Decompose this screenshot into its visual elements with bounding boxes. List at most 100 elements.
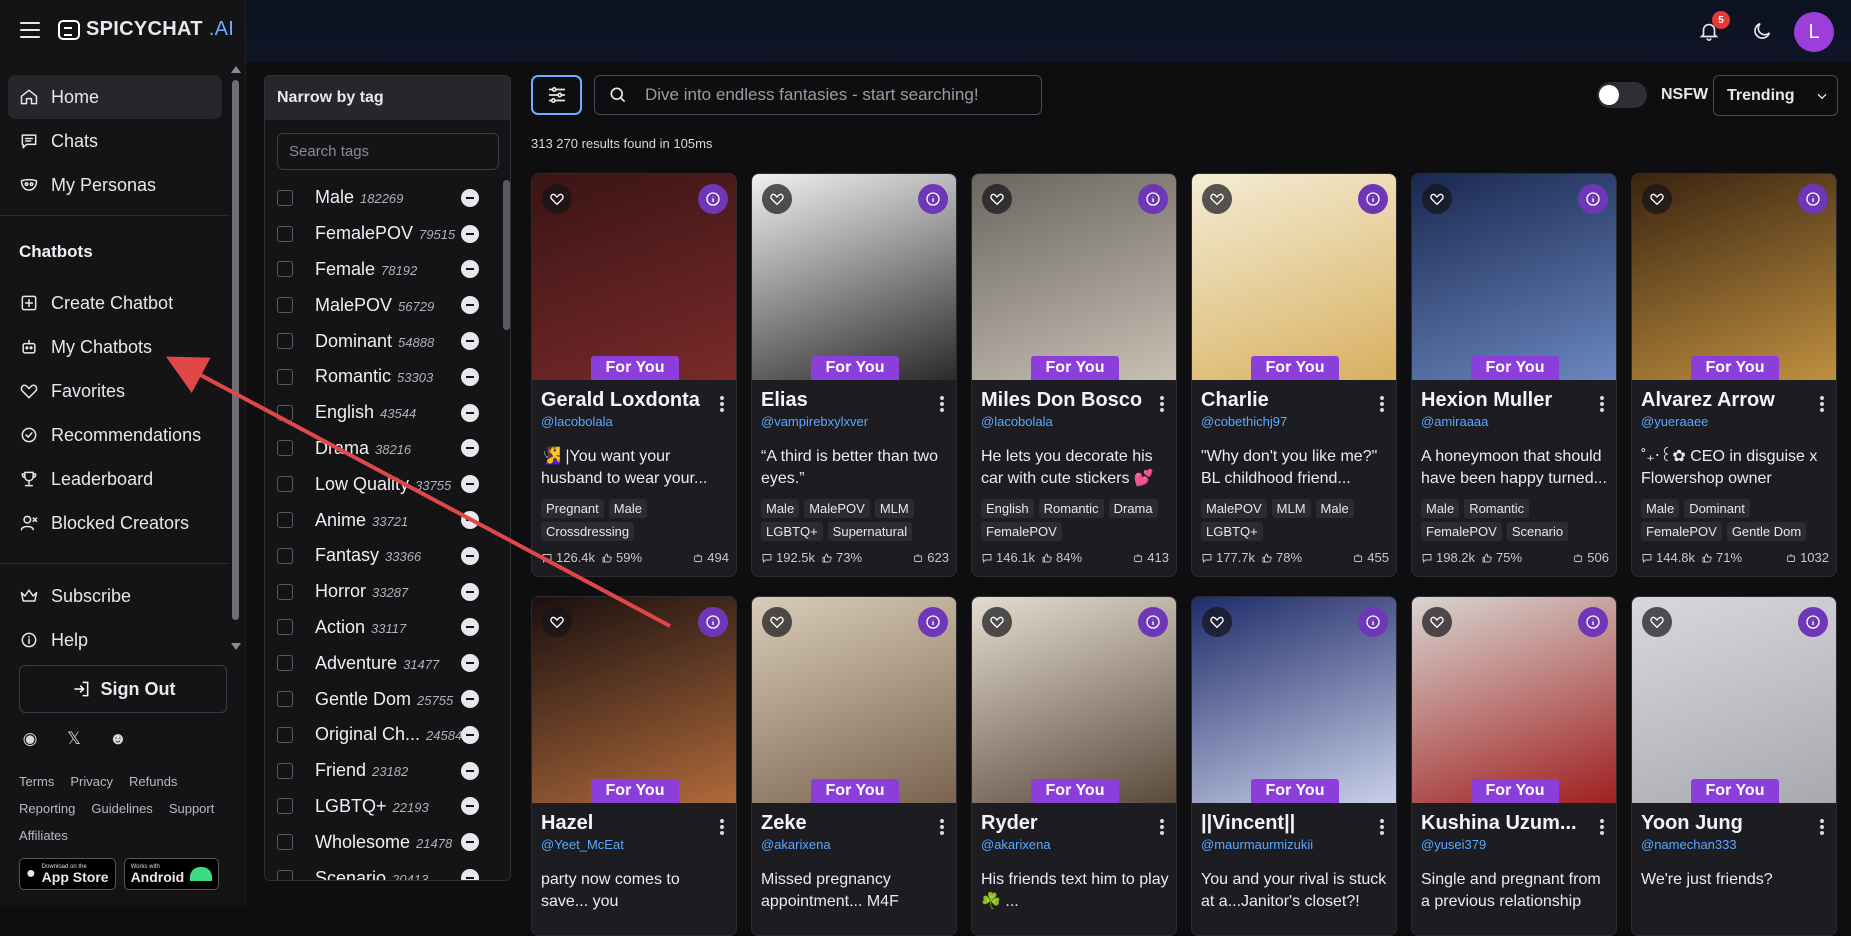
card-creator[interactable]: @yueraaee xyxy=(1641,414,1708,429)
chatbot-card[interactable]: For You Yoon Jung @namechan333 We're just f… xyxy=(1631,596,1837,936)
filter-button[interactable] xyxy=(531,75,582,115)
info-icon[interactable] xyxy=(918,184,948,214)
exclude-tag-button[interactable] xyxy=(461,761,479,780)
card-creator[interactable]: @maurmaurmizukii xyxy=(1201,837,1313,852)
tag-checkbox[interactable] xyxy=(277,404,293,421)
card-tag[interactable]: English xyxy=(981,499,1034,518)
footer-link-refunds[interactable]: Refunds xyxy=(129,774,177,789)
exclude-tag-button[interactable] xyxy=(461,296,479,315)
sidebar-item-create-chatbot[interactable]: Create Chatbot xyxy=(8,281,222,325)
chatbot-card[interactable]: For You Charlie @cobethichj97 "Why don't yo… xyxy=(1191,173,1397,577)
exclude-tag-button[interactable] xyxy=(461,403,479,422)
card-tag[interactable]: Romantic xyxy=(1464,499,1530,518)
card-creator[interactable]: @amiraaaa xyxy=(1421,414,1488,429)
tag-checkbox[interactable] xyxy=(277,762,293,779)
sidebar-item-my-chatbots[interactable]: My Chatbots xyxy=(8,325,222,369)
footer-link-affiliates[interactable]: Affiliates xyxy=(19,828,68,843)
exclude-tag-button[interactable] xyxy=(461,332,479,351)
sidebar-item-subscribe[interactable]: Subscribe xyxy=(8,574,222,618)
more-options-icon[interactable] xyxy=(720,819,724,835)
favorite-heart-icon[interactable] xyxy=(982,184,1012,214)
footer-link-guidelines[interactable]: Guidelines xyxy=(91,801,152,816)
exclude-tag-button[interactable] xyxy=(461,654,479,673)
chatbot-card[interactable]: For You Elias @vampirebxylxver “A third is … xyxy=(751,173,957,577)
tag-checkbox[interactable] xyxy=(277,834,293,851)
reddit-icon[interactable]: ☻ xyxy=(107,728,129,750)
card-tag[interactable]: Pregnant xyxy=(541,499,604,518)
chatbot-card[interactable]: For You Miles Don Bosco @lacobolala He lets… xyxy=(971,173,1177,577)
more-options-icon[interactable] xyxy=(1600,396,1604,412)
footer-link-terms[interactable]: Terms xyxy=(19,774,54,789)
footer-link-support[interactable]: Support xyxy=(169,801,215,816)
card-tag[interactable]: Dominant xyxy=(1684,499,1750,518)
sidebar-item-my-personas[interactable]: My Personas xyxy=(8,163,222,207)
favorite-heart-icon[interactable] xyxy=(1642,184,1672,214)
tag-checkbox[interactable] xyxy=(277,440,293,457)
more-options-icon[interactable] xyxy=(1820,396,1824,412)
card-tag[interactable]: Scenario xyxy=(1506,522,1569,541)
theme-toggle-button[interactable] xyxy=(1751,20,1773,42)
more-options-icon[interactable] xyxy=(940,819,944,835)
info-icon[interactable] xyxy=(1798,607,1828,637)
info-icon[interactable] xyxy=(1358,607,1388,637)
tag-search-input[interactable] xyxy=(277,133,499,170)
menu-icon[interactable] xyxy=(20,21,40,38)
chatbot-card[interactable]: For You Zeke @akarixena Missed pregnancy ap… xyxy=(751,596,957,936)
info-icon[interactable] xyxy=(698,607,728,637)
x-icon[interactable]: 𝕏 xyxy=(63,728,85,750)
tag-checkbox[interactable] xyxy=(277,476,293,493)
more-options-icon[interactable] xyxy=(1380,819,1384,835)
tag-checkbox[interactable] xyxy=(277,798,293,815)
info-icon[interactable] xyxy=(1138,184,1168,214)
favorite-heart-icon[interactable] xyxy=(1202,184,1232,214)
tag-checkbox[interactable] xyxy=(277,297,293,314)
exclude-tag-button[interactable] xyxy=(461,367,479,386)
more-options-icon[interactable] xyxy=(1160,396,1164,412)
favorite-heart-icon[interactable] xyxy=(1422,607,1452,637)
card-creator[interactable]: @lacobolala xyxy=(541,414,613,429)
tag-checkbox[interactable] xyxy=(277,512,293,529)
chatbot-card[interactable]: For You ||Vincent|| @maurmaurmizukii You an… xyxy=(1191,596,1397,936)
card-tag[interactable]: MLM xyxy=(1271,499,1311,518)
logo[interactable]: SPICYCHAT .AI xyxy=(58,18,234,41)
card-tag[interactable]: Crossdressing xyxy=(541,522,635,541)
card-creator[interactable]: @namechan333 xyxy=(1641,837,1737,852)
favorite-heart-icon[interactable] xyxy=(1422,184,1452,214)
favorite-heart-icon[interactable] xyxy=(1642,607,1672,637)
card-tag[interactable]: FemalePOV xyxy=(1421,522,1502,541)
card-tag[interactable]: Drama xyxy=(1108,499,1158,518)
tag-checkbox[interactable] xyxy=(277,333,293,350)
card-tag[interactable]: Male xyxy=(608,499,647,518)
card-tag[interactable]: Romantic xyxy=(1038,499,1104,518)
sort-dropdown[interactable]: Trending xyxy=(1713,75,1838,116)
tag-checkbox[interactable] xyxy=(277,225,293,242)
exclude-tag-button[interactable] xyxy=(461,224,479,243)
more-options-icon[interactable] xyxy=(720,396,724,412)
tag-list-scrollbar[interactable] xyxy=(503,180,510,330)
chatbot-card[interactable]: For You Hazel @Yeet_McEat party now comes t… xyxy=(531,596,737,936)
android-badge[interactable]: Works with Android xyxy=(123,858,220,890)
exclude-tag-button[interactable] xyxy=(461,690,479,709)
more-options-icon[interactable] xyxy=(1380,396,1384,412)
card-tag[interactable]: LGBTQ+ xyxy=(1201,522,1263,541)
sidebar-scrollbar[interactable] xyxy=(230,66,241,650)
sidebar-item-favorites[interactable]: Favorites xyxy=(8,369,222,413)
exclude-tag-button[interactable] xyxy=(461,475,479,494)
info-icon[interactable] xyxy=(918,607,948,637)
card-creator[interactable]: @lacobolala xyxy=(981,414,1053,429)
tag-checkbox[interactable] xyxy=(277,583,293,600)
chatbot-card[interactable]: For You Hexion Muller @amiraaaa A honeymoon… xyxy=(1411,173,1617,577)
sidebar-item-chats[interactable]: Chats xyxy=(8,119,222,163)
more-options-icon[interactable] xyxy=(1160,819,1164,835)
favorite-heart-icon[interactable] xyxy=(982,607,1012,637)
card-tag[interactable]: FemalePOV xyxy=(981,522,1062,541)
more-options-icon[interactable] xyxy=(1600,819,1604,835)
exclude-tag-button[interactable] xyxy=(461,582,479,601)
favorite-heart-icon[interactable] xyxy=(1202,607,1232,637)
exclude-tag-button[interactable] xyxy=(461,725,479,744)
favorite-heart-icon[interactable] xyxy=(762,184,792,214)
more-options-icon[interactable] xyxy=(1820,819,1824,835)
tag-checkbox[interactable] xyxy=(277,726,293,743)
footer-link-privacy[interactable]: Privacy xyxy=(70,774,113,789)
tag-checkbox[interactable] xyxy=(277,691,293,708)
